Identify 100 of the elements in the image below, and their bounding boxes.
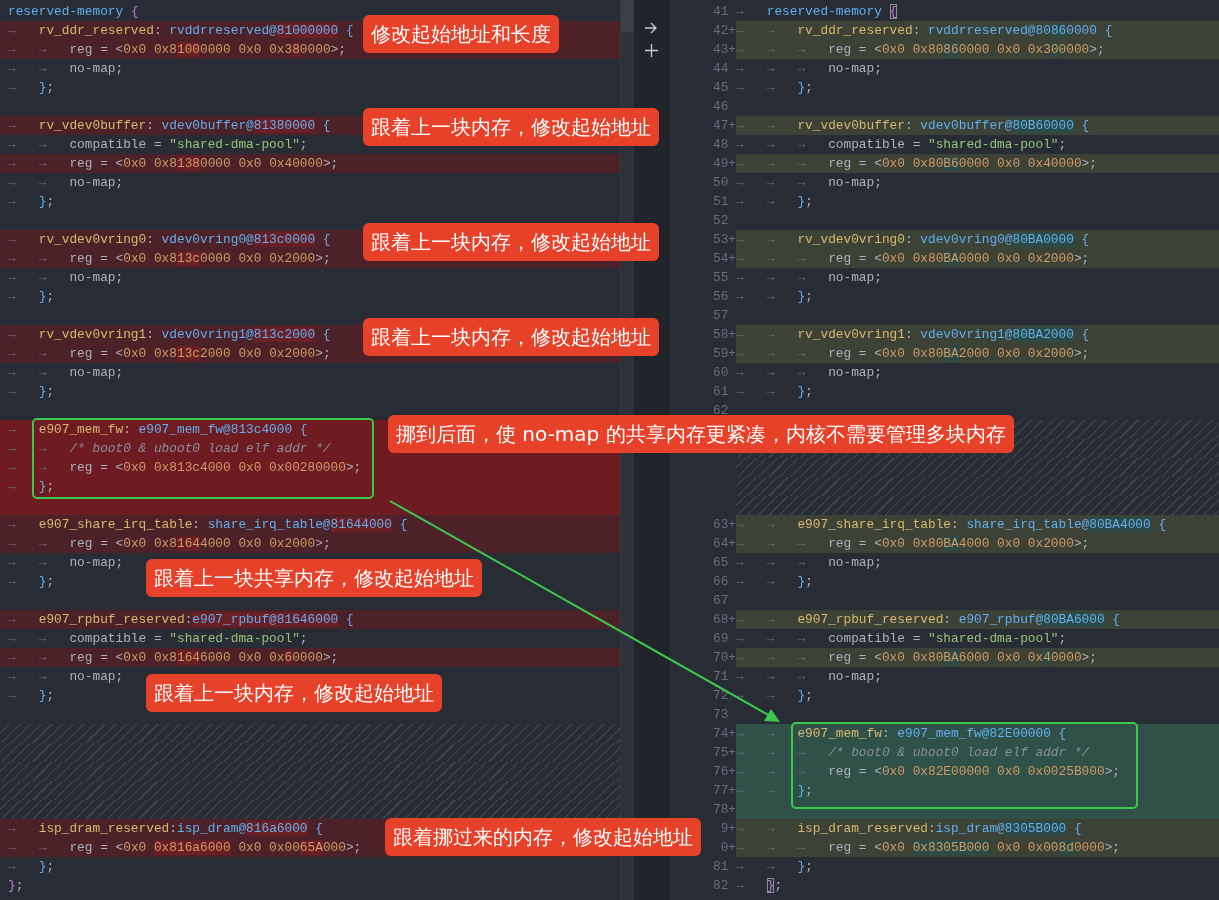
code-line: → reserved-memory { xyxy=(736,3,898,21)
code-line: → }; xyxy=(8,193,55,211)
code-line: → }; xyxy=(8,687,55,705)
line-number: 70+ xyxy=(712,650,736,665)
line-number: 64+ xyxy=(712,536,736,551)
code-line: → isp_dram_reserved:isp_dram@816a6000 { xyxy=(8,820,323,838)
code-line: → }; xyxy=(8,573,55,591)
code-line: → → }; xyxy=(736,193,813,211)
line-number: 48 xyxy=(712,137,729,152)
annotation-callout: 跟着上一块内存，修改起始地址 xyxy=(363,318,659,356)
code-line: → → reg = <0x0 0x81644000 0x0 0x2000>; xyxy=(8,535,331,553)
code-line: → → → no-map; xyxy=(736,174,882,192)
code-line: → }; xyxy=(8,858,55,876)
line-number: 55 xyxy=(712,270,729,285)
line-number: 44 xyxy=(712,61,729,76)
code-line: → → → no-map; xyxy=(736,554,882,572)
code-line: → → reg = <0x0 0x813c0000 0x0 0x2000>; xyxy=(8,250,331,268)
line-number: 75+ xyxy=(712,745,736,760)
code-line: → → no-map; xyxy=(8,269,124,287)
code-line: → → → compatible = "shared-dma-pool"; xyxy=(736,630,1067,648)
code-line: → e907_rpbuf_reserved:e907_rpbuf@81646000 { xyxy=(8,611,354,629)
code-line: → e907_mem_fw: e907_mem_fw@813c4000 { xyxy=(8,421,308,439)
line-number: 54+ xyxy=(712,251,736,266)
line-number: 56 xyxy=(712,289,729,304)
line-number: 68+ xyxy=(712,612,736,627)
line-number: 60 xyxy=(712,365,729,380)
code-line: → }; xyxy=(8,383,55,401)
line-number: 78+ xyxy=(712,802,736,817)
code-line: → → reg = <0x0 0x813c2000 0x0 0x2000>; xyxy=(8,345,331,363)
line-number: 42+ xyxy=(712,23,736,38)
line-number: 58+ xyxy=(712,327,736,342)
line-number: 67 xyxy=(712,593,729,608)
code-line: → → e907_rpbuf_reserved: e907_rpbuf@80BA6000 { xyxy=(736,611,1120,629)
line-number: 63+ xyxy=(712,517,736,532)
line-number: 71 xyxy=(712,669,729,684)
line-number: 52 xyxy=(712,213,729,228)
annotation-callout: 跟着上一块共享内存，修改起始地址 xyxy=(146,559,482,597)
line-number: 73 xyxy=(712,707,729,722)
code-line: → → no-map; xyxy=(8,554,124,572)
code-line: → → rv_vdev0vring1: vdev0vring1@80BA2000 { xyxy=(736,326,1090,344)
code-line: → rv_vdev0buffer: vdev0buffer@81380000 { xyxy=(8,117,331,135)
code-line: → → → no-map; xyxy=(736,364,882,382)
code-line: reserved-memory { xyxy=(8,3,139,21)
code-line: → → rv_vdev0vring0: vdev0vring0@80BA0000 { xyxy=(736,231,1090,249)
code-line: → → reg = <0x0 0x81000000 0x0 0x380000>; xyxy=(8,41,346,59)
line-number: 61 xyxy=(712,384,729,399)
line-number: 77+ xyxy=(712,783,736,798)
code-line: → → }; xyxy=(736,858,813,876)
line-number: 65 xyxy=(712,555,729,570)
line-number: 50 xyxy=(712,175,729,190)
code-line: → rv_ddr_reserved: rvddrreserved@81000000 { xyxy=(8,22,354,40)
annotation-callout: 跟着上一块内存，修改起始地址 xyxy=(363,223,659,261)
line-number: 82 xyxy=(712,878,729,893)
code-line: → → }; xyxy=(736,79,813,97)
code-line: → → compatible = "shared-dma-pool"; xyxy=(8,630,308,648)
code-line: → → → reg = <0x0 0x80BA4000 0x0 0x2000>; xyxy=(736,535,1090,553)
line-number: 41 xyxy=(712,4,729,19)
line-number: 81 xyxy=(712,859,729,874)
code-line: → → → no-map; xyxy=(736,668,882,686)
code-line: → e907_share_irq_table: share_irq_table@81644000 { xyxy=(8,516,408,534)
code-line: → → → no-map; xyxy=(736,60,882,78)
code-line: → → compatible = "shared-dma-pool"; xyxy=(8,136,308,154)
code-line: }; xyxy=(8,877,24,895)
line-number: 49+ xyxy=(712,156,736,171)
code-line: → rv_vdev0vring0: vdev0vring0@813c0000 { xyxy=(8,231,331,249)
code-line: → → → reg = <0x0 0x80BA0000 0x0 0x2000>; xyxy=(736,250,1090,268)
line-number: 47+ xyxy=(712,118,736,133)
code-line: → → → compatible = "shared-dma-pool"; xyxy=(736,136,1067,154)
code-line: → rv_vdev0vring1: vdev0vring1@813c2000 { xyxy=(8,326,331,344)
code-line: → → reg = <0x0 0x813c4000 0x0 0x00280000>; xyxy=(8,459,362,477)
annotation-callout: 修改起始地址和长度 xyxy=(363,15,559,53)
code-line: → → reg = <0x0 0x81646000 0x0 0x60000>; xyxy=(8,649,339,667)
code-line: → → e907_mem_fw: e907_mem_fw@82E00000 { xyxy=(736,725,1067,743)
line-number: 59+ xyxy=(712,346,736,361)
code-line: → → no-map; xyxy=(8,364,124,382)
annotation-callout: 跟着上一块内存，修改起始地址 xyxy=(363,108,659,146)
code-line: → }; xyxy=(8,478,55,496)
code-line: → → }; xyxy=(736,573,813,591)
code-line: → }; xyxy=(8,79,55,97)
annotation-callout: 挪到后面，使 no-map 的共享内存更紧凑，内核不需要管理多块内存 xyxy=(388,415,1014,453)
code-line: → → → reg = <0x0 0x80B60000 0x0 0x40000>; xyxy=(736,155,1097,173)
code-line: → → no-map; xyxy=(8,668,124,686)
code-line: → → → reg = <0x0 0x80860000 0x0 0x300000>; xyxy=(736,41,1105,59)
line-number: 57 xyxy=(712,308,729,323)
line-number: 46 xyxy=(712,99,729,114)
line-number: 74+ xyxy=(712,726,736,741)
code-line: → → no-map; xyxy=(8,60,124,78)
code-line: → → reg = <0x0 0x81380000 0x0 0x40000>; xyxy=(8,155,339,173)
code-line: → → }; xyxy=(736,782,813,800)
code-line: → → }; xyxy=(736,288,813,306)
code-line: → → e907_share_irq_table: share_irq_table@80BA4000 { xyxy=(736,516,1167,534)
code-line: → }; xyxy=(736,877,783,895)
code-line: → → /* boot0 & uboot0 load elf addr */ xyxy=(8,440,331,458)
line-number: 51 xyxy=(712,194,729,209)
code-line: → → → reg = <0x0 0x80BA6000 0x0 0x40000>; xyxy=(736,649,1097,667)
code-line: → → }; xyxy=(736,687,813,705)
code-line: → → no-map; xyxy=(8,174,124,192)
line-number: 9+ xyxy=(720,821,736,836)
line-number: 76+ xyxy=(712,764,736,779)
code-line: → }; xyxy=(8,288,55,306)
